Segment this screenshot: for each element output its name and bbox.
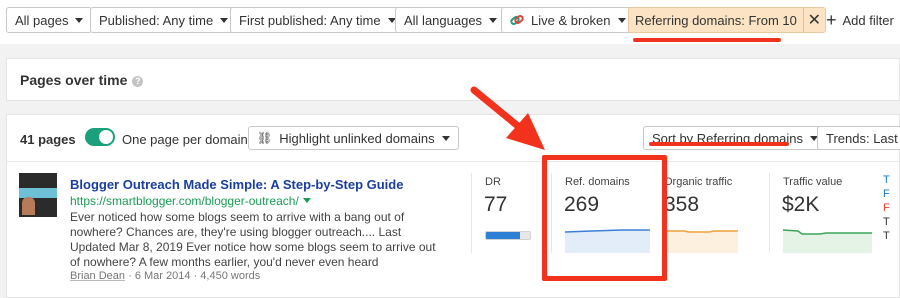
annotation-arrow: [470, 86, 545, 150]
annotation-box: [542, 155, 667, 281]
